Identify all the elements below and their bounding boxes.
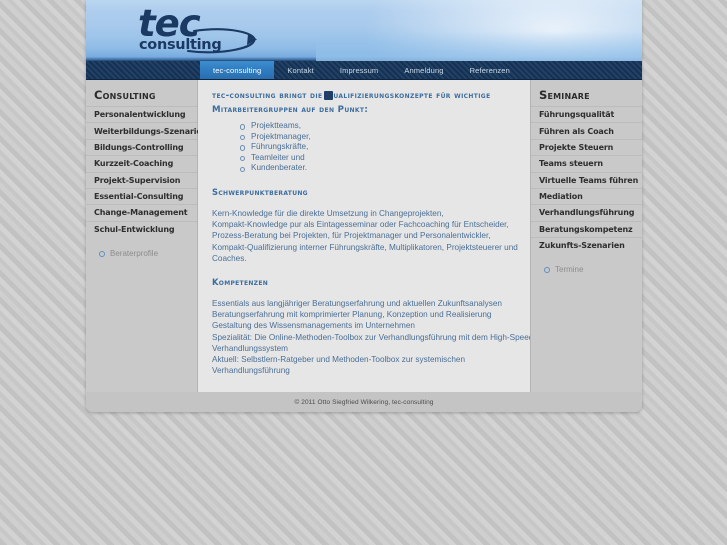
list-item: Projektmanager,: [240, 132, 516, 143]
sidebar-item-schul-entwicklung[interactable]: Schul-Entwicklung: [86, 220, 197, 237]
page-body: Consulting Personalentwicklung Weiterbil…: [86, 80, 642, 392]
sidebar-item-fuehrungsqualitaet[interactable]: Führungsqualität: [531, 106, 642, 122]
main-content: tec-consulting bringt die Qualifizierung…: [198, 80, 530, 392]
sidebar-item-virtuelle-teams-fuehren[interactable]: Virtuelle Teams führen: [531, 171, 642, 188]
sidebar-item-beraterprofile[interactable]: Beraterprofile: [86, 245, 197, 261]
render-artifact-block: [324, 91, 333, 100]
section-line: Kern-Knowledge für die direkte Umsetzung…: [212, 208, 444, 218]
sidebar-item-mediation[interactable]: Mediation: [531, 187, 642, 204]
nav-item-anmeldung[interactable]: Anmeldung: [391, 61, 456, 79]
nav-item-tec-consulting[interactable]: tec-consulting: [200, 61, 275, 79]
banner-haze: [316, 31, 642, 61]
sidebar-item-personalentwicklung[interactable]: Personalentwicklung: [86, 106, 197, 122]
sidebar-item-termine-label: Termine: [555, 265, 584, 275]
section-line: Kompakt-Qualifizierung interner Führungs…: [212, 242, 518, 252]
section-line: Aktuell: Selbstlern-Ratgeber und Methode…: [212, 355, 466, 364]
logo-secondary-text: consulting: [139, 37, 222, 53]
section-line: Kompakt-Knowledge pur als Eintagessemina…: [212, 220, 509, 230]
list-item: Führungskräfte,: [240, 142, 516, 153]
sidebar-item-projekte-steuern[interactable]: Projekte Steuern: [531, 138, 642, 155]
copyright-text: © 2011 Otto Siegfried Wilkering, tec-con…: [294, 398, 434, 406]
intro-heading: tec-consulting bringt die Qualifizierung…: [212, 90, 516, 117]
section-heading: Schwerpunktberatung: [212, 186, 308, 197]
sidebar-item-kurzzeit-coaching[interactable]: Kurzzeit-Coaching: [86, 155, 197, 171]
sidebar-item-weiterbildungs-szenarien[interactable]: Weiterbildungs-Szenarien: [86, 122, 207, 138]
intro-heading-line1: tec-consulting bringt die Qualifizierung…: [212, 91, 491, 101]
site-logo[interactable]: tec consulting: [136, 5, 271, 57]
nav-item-kontakt[interactable]: Kontakt: [274, 61, 326, 79]
left-sidebar: Consulting Personalentwicklung Weiterbil…: [86, 80, 207, 392]
right-sidebar: Seminare Führungsqualität Führen als Coa…: [530, 80, 642, 392]
site-card: tec consulting tec-consulting Kontakt Im…: [86, 0, 642, 412]
sidebar-item-fuehren-als-coach[interactable]: Führen als Coach: [531, 122, 642, 138]
list-item: Teamleiter und: [240, 153, 516, 164]
sidebar-item-beratungskompetenz[interactable]: Beratungskompetenz: [531, 220, 642, 237]
section-heading: Kompetenzen: [212, 276, 269, 287]
section-kompetenzen: Kompetenzen Essentials aus langjähriger …: [212, 276, 530, 376]
sidebar-item-projekt-supervision[interactable]: Projekt-Supervision: [86, 171, 197, 188]
nav-item-impressum[interactable]: Impressum: [327, 61, 391, 79]
bullet-icon: [544, 266, 550, 273]
list-item: Kundenberater.: [240, 163, 516, 174]
section-line: Spezialität: Die Online-Methoden-Toolbox…: [212, 332, 530, 342]
intro-target-group-list: Projektteams, Projektmanager, Führungskr…: [212, 121, 516, 174]
sidebar-item-beraterprofile-label: Beraterprofile: [110, 249, 159, 258]
sidebar-item-essential-consulting[interactable]: Essential-Consulting: [86, 187, 197, 204]
section-line: Prozess-Beratung bei Projekten, für Proj…: [212, 231, 491, 241]
list-item: Projektteams,: [240, 121, 516, 132]
right-sidebar-heading: Seminare: [539, 88, 590, 102]
nav-item-referenzen[interactable]: Referenzen: [457, 61, 523, 79]
sidebar-item-teams-steuern[interactable]: Teams steuern: [531, 155, 642, 171]
section-line: Verhandlungssystem: [212, 343, 289, 353]
left-sidebar-heading: Consulting: [94, 88, 156, 102]
intro-heading-line2: Mitarbeitergruppen auf den Punkt:: [212, 104, 369, 115]
site-footer: © 2011 Otto Siegfried Wilkering, tec-con…: [86, 392, 642, 412]
section-line: Verhandlungsführung: [212, 366, 290, 376]
sidebar-item-termine[interactable]: Termine: [531, 261, 642, 277]
main-navigation: tec-consulting Kontakt Impressum Anmeldu…: [86, 61, 642, 80]
bullet-icon: [99, 250, 105, 257]
section-line: Beratungserfahrung mit komprimierter Pla…: [212, 310, 492, 320]
section-line: Coaches.: [212, 253, 247, 263]
site-banner: tec consulting: [86, 0, 642, 61]
section-line: Essentials aus langjähriger Beratungserf…: [212, 298, 502, 308]
sidebar-item-zukunfts-szenarien[interactable]: Zukunfts-Szenarien: [531, 237, 642, 253]
section-line: Gestaltung des Wissensmanagements im Unt…: [212, 321, 415, 331]
sidebar-item-verhandlungsfuehrung[interactable]: Verhandlungsführung: [531, 204, 642, 220]
sidebar-item-bildungs-controlling[interactable]: Bildungs-Controlling: [86, 138, 197, 155]
banner-glow: [362, 0, 642, 61]
sidebar-item-change-management[interactable]: Change-Management: [86, 204, 197, 220]
section-schwerpunktberatung: Schwerpunktberatung Kern-Knowledge für d…: [212, 186, 518, 264]
